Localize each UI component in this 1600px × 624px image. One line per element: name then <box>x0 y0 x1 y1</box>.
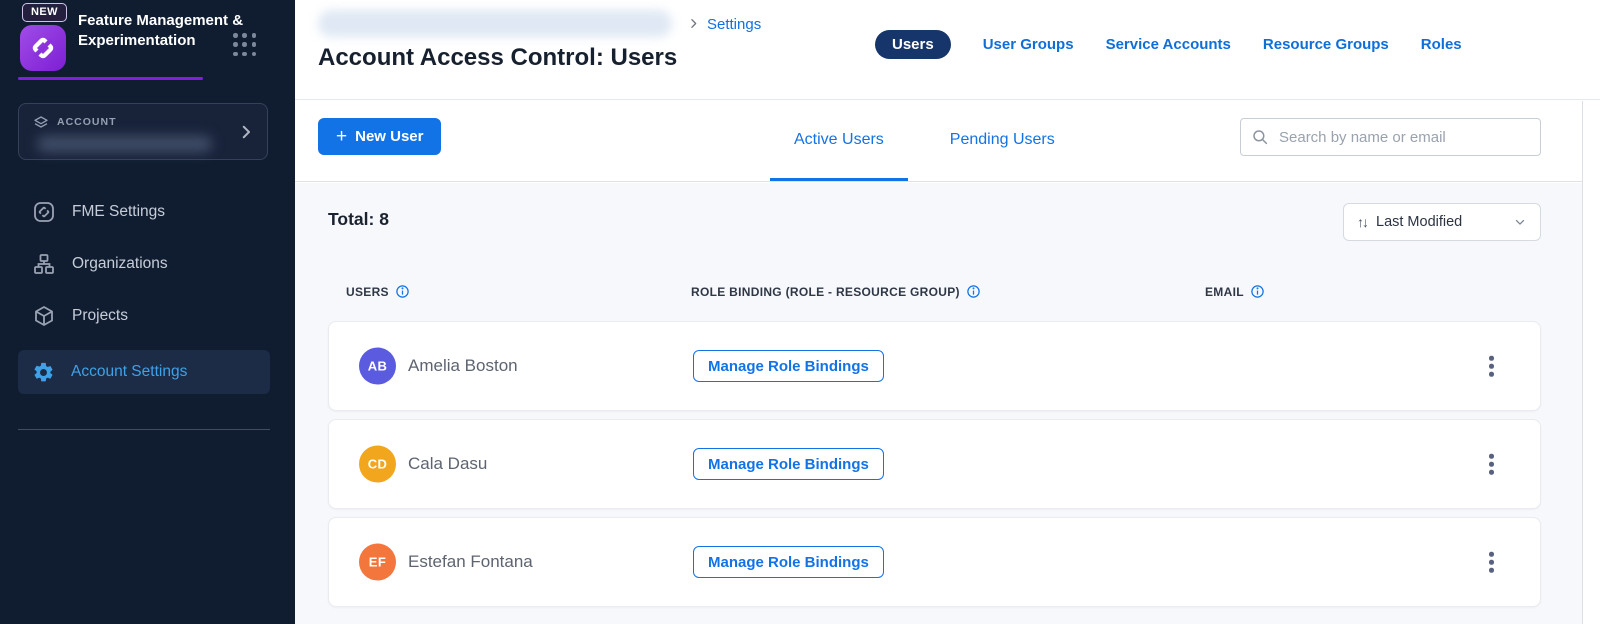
kebab-menu-icon[interactable] <box>1481 546 1502 579</box>
tab-pending-users[interactable]: Pending Users <box>926 101 1079 181</box>
tab-users[interactable]: Users <box>875 30 951 59</box>
user-name: Cala Dasu <box>408 454 487 474</box>
gear-icon <box>32 361 55 384</box>
chevron-down-icon <box>1513 215 1527 229</box>
column-header-users: USERS <box>346 284 410 299</box>
new-user-button[interactable]: + New User <box>318 118 441 155</box>
sidebar-divider <box>18 429 270 430</box>
brand-divider <box>18 77 203 80</box>
total-count: Total: 8 <box>328 209 389 230</box>
layers-icon <box>33 115 49 131</box>
avatar: AB <box>359 348 396 385</box>
avatar-initials: EF <box>369 555 386 570</box>
access-control-nav: Users User Groups Service Accounts Resou… <box>875 30 1462 59</box>
table-row: AB Amelia Boston Manage Role Bindings <box>328 321 1541 411</box>
info-icon[interactable] <box>1250 284 1265 299</box>
new-badge: NEW <box>22 3 67 22</box>
sidebar-item-label: Projects <box>72 307 128 325</box>
tab-resource-groups[interactable]: Resource Groups <box>1263 36 1389 53</box>
user-name: Amelia Boston <box>408 356 518 376</box>
split-logo-icon[interactable] <box>20 25 66 71</box>
tab-roles[interactable]: Roles <box>1421 36 1462 53</box>
projects-icon <box>32 304 56 328</box>
product-title: Feature Management & Experimentation <box>78 11 246 50</box>
redacted-breadcrumb <box>318 10 672 37</box>
column-header-email: EMAIL <box>1205 284 1265 299</box>
manage-role-bindings-button[interactable]: Manage Role Bindings <box>693 546 884 578</box>
account-label: ACCOUNT <box>57 116 117 128</box>
avatar: EF <box>359 544 396 581</box>
scroll-gutter[interactable] <box>1582 101 1600 624</box>
info-icon[interactable] <box>395 284 410 299</box>
column-header-role-binding: ROLE BINDING (ROLE - RESOURCE GROUP) <box>691 284 981 299</box>
page-title: Account Access Control: Users <box>318 44 677 72</box>
users-list-panel: Total: 8 ↑↓ Last Modified USERS ROLE BIN… <box>295 183 1582 624</box>
page-header: Settings Account Access Control: Users U… <box>295 0 1600 100</box>
tab-service-accounts[interactable]: Service Accounts <box>1106 36 1231 53</box>
tab-user-groups[interactable]: User Groups <box>983 36 1074 53</box>
sort-arrows-icon: ↑↓ <box>1357 214 1367 230</box>
user-rows: AB Amelia Boston Manage Role Bindings CD… <box>328 321 1541 615</box>
sidebar-item-label: Organizations <box>72 255 168 273</box>
sidebar-item-account-settings[interactable]: Account Settings <box>18 350 270 394</box>
app-switcher-icon[interactable] <box>233 33 257 57</box>
avatar-initials: AB <box>368 359 388 374</box>
sidebar-item-label: Account Settings <box>71 363 187 381</box>
sidebar-item-projects[interactable]: Projects <box>18 294 270 338</box>
toolbar: + New User Active Users Pending Users <box>295 101 1600 182</box>
sort-dropdown[interactable]: ↑↓ Last Modified <box>1343 203 1541 241</box>
fme-settings-icon <box>32 200 56 224</box>
manage-role-bindings-button[interactable]: Manage Role Bindings <box>693 448 884 480</box>
table-row: CD Cala Dasu Manage Role Bindings <box>328 419 1541 509</box>
breadcrumb-chevron-icon <box>687 17 700 30</box>
info-icon[interactable] <box>966 284 981 299</box>
search-input[interactable] <box>1240 118 1541 156</box>
account-selector[interactable]: ACCOUNT <box>18 103 268 160</box>
plus-icon: + <box>336 127 347 146</box>
table-row: EF Estefan Fontana Manage Role Bindings <box>328 517 1541 607</box>
organizations-icon <box>32 252 56 276</box>
search-icon <box>1251 128 1269 146</box>
search-container <box>1240 118 1541 156</box>
avatar: CD <box>359 446 396 483</box>
user-name: Estefan Fontana <box>408 552 533 572</box>
avatar-initials: CD <box>368 457 388 472</box>
sidebar: NEW Feature Management & Experimentation… <box>0 0 295 624</box>
sort-selected-value: Last Modified <box>1376 214 1504 230</box>
user-state-tabs: Active Users Pending Users <box>770 101 1079 181</box>
tab-active-users[interactable]: Active Users <box>770 101 908 181</box>
sidebar-item-organizations[interactable]: Organizations <box>18 242 270 286</box>
kebab-menu-icon[interactable] <box>1481 350 1502 383</box>
sidebar-item-fme-settings[interactable]: FME Settings <box>18 190 270 234</box>
chevron-right-icon <box>237 123 255 141</box>
sidebar-item-label: FME Settings <box>72 203 165 221</box>
manage-role-bindings-button[interactable]: Manage Role Bindings <box>693 350 884 382</box>
kebab-menu-icon[interactable] <box>1481 448 1502 481</box>
breadcrumb-settings-link[interactable]: Settings <box>707 16 761 33</box>
redacted-account-name <box>37 136 212 152</box>
